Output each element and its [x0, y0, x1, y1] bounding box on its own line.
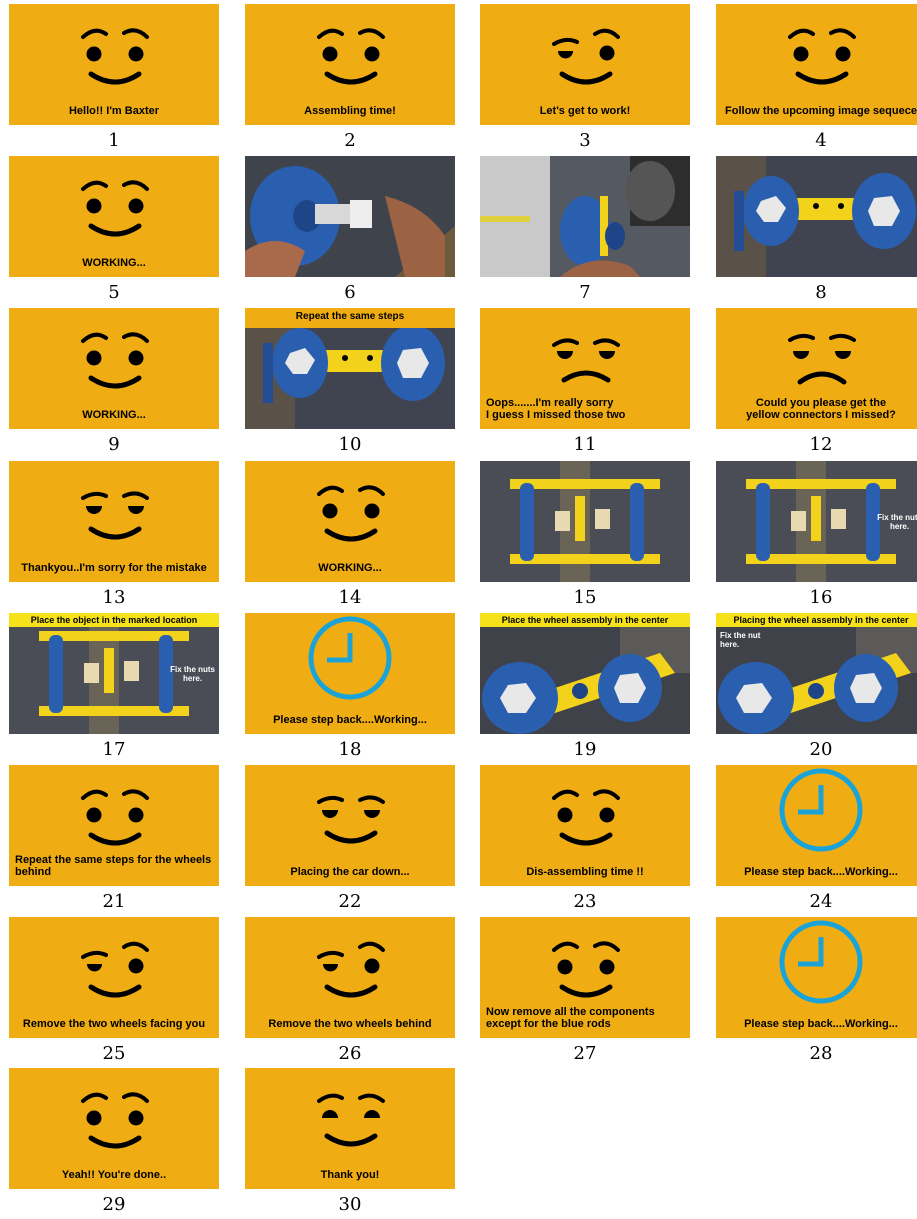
frame-panel: Remove the two wheels facing you [9, 917, 219, 1038]
frame-number: 6 [344, 282, 356, 303]
frame-panel: Please step back....Working... [245, 613, 455, 734]
frame-number: 16 [809, 587, 833, 608]
frame-number: 4 [815, 130, 827, 151]
frame-banner: Repeat the same steps [245, 308, 455, 328]
frame-number: 9 [108, 434, 120, 455]
photo-wheels-pair [716, 156, 917, 277]
frame-caption: Hello!! I'm Baxter [68, 105, 160, 117]
frame-number: 7 [579, 282, 591, 303]
frame-panel [716, 156, 917, 277]
frame-caption: Dis-assembling time !! [526, 866, 644, 878]
frame-number: 20 [809, 739, 833, 760]
frame-panel: Please step back....Working... [716, 917, 917, 1038]
frame-panel: Placing the car down... [245, 765, 455, 886]
frame-panel: Fix the nutshere. [716, 461, 917, 582]
frame-caption: Follow the upcoming image sequece [725, 105, 917, 117]
frame-panel: Yeah!! You're done.. [9, 1068, 219, 1189]
frame-panel [480, 461, 690, 582]
frame-number: 3 [579, 130, 591, 151]
frame-caption: Please step back....Working... [744, 866, 898, 878]
frame-caption: Oops.......I'm really sorry I guess I mis… [486, 397, 626, 421]
frame-number: 15 [573, 587, 597, 608]
frame-caption: Remove the two wheels facing you [22, 1018, 206, 1030]
frame-caption: WORKING... [318, 562, 382, 574]
frame-number: 25 [102, 1043, 126, 1064]
frame-caption: Thankyou..I'm sorry for the mistake [21, 562, 207, 574]
frame-caption: Yeah!! You're done.. [61, 1169, 167, 1181]
frame-panel: WORKING... [9, 308, 219, 429]
frame-number: 17 [102, 739, 126, 760]
frame-panel: Thankyou..I'm sorry for the mistake [9, 461, 219, 582]
frame-number: 2 [344, 130, 356, 151]
frame-panel: Repeat the same steps for the wheels behi… [9, 765, 219, 886]
frame-caption: Let's get to work! [539, 105, 631, 117]
frame-panel: WORKING... [245, 461, 455, 582]
frame-number: 28 [809, 1043, 833, 1064]
photo-wheel-robot [480, 156, 690, 277]
photo-wheel-bolt [245, 156, 455, 277]
frame-caption: Assembling time! [304, 105, 396, 117]
frame-number: 26 [338, 1043, 362, 1064]
frame-panel: Repeat the same steps [245, 308, 455, 429]
frame-caption: Repeat the same steps for the wheels behi… [15, 854, 212, 878]
frame-number: 12 [809, 434, 833, 455]
frame-panel: Place the wheel assembly in the center [480, 613, 690, 734]
frame-annotation: Fix the nutshere. [877, 513, 917, 531]
frame-caption: Placing the car down... [290, 866, 410, 878]
frame-panel: Assembling time! [245, 4, 455, 125]
frame-grid: Hello!! I'm Baxter 1 Assembling time! 2 Le… [0, 0, 917, 1219]
frame-panel: Thank you! [245, 1068, 455, 1189]
frame-number: 13 [102, 587, 126, 608]
photo-frame-top [480, 461, 690, 582]
frame-panel: Place the object in the marked location F… [9, 613, 219, 734]
frame-panel [245, 156, 455, 277]
frame-caption: Thank you! [320, 1169, 380, 1181]
frame-panel: Oops.......I'm really sorry I guess I mis… [480, 308, 690, 429]
frame-panel: Please step back....Working... [716, 765, 917, 886]
frame-number: 23 [573, 891, 597, 912]
frame-caption: Please step back....Working... [273, 714, 427, 726]
frame-number: 5 [108, 282, 120, 303]
frame-number: 29 [102, 1194, 126, 1215]
frame-number: 21 [102, 891, 126, 912]
frame-caption: WORKING... [82, 409, 146, 421]
frame-panel [480, 156, 690, 277]
frame-caption: Could you please get the yellow connector… [746, 397, 896, 421]
frame-caption: Now remove all the components except for … [486, 1006, 655, 1030]
frame-panel: Now remove all the components except for … [480, 917, 690, 1038]
frame-banner: Place the object in the marked location [9, 613, 219, 627]
frame-panel: Hello!! I'm Baxter [9, 4, 219, 125]
frame-number: 19 [573, 739, 597, 760]
frame-caption: WORKING... [82, 257, 146, 269]
frame-panel: WORKING... [9, 156, 219, 277]
frame-number: 11 [573, 434, 597, 455]
frame-number: 18 [338, 739, 362, 760]
frame-caption: Please step back....Working... [744, 1018, 898, 1030]
frame-number: 22 [338, 891, 362, 912]
frame-number: 24 [809, 891, 833, 912]
frame-banner: Placing the wheel assembly in the center [716, 613, 917, 627]
frame-number: 30 [338, 1194, 362, 1215]
frame-number: 1 [108, 130, 120, 151]
frame-panel: Dis-assembling time !! [480, 765, 690, 886]
frame-panel: Placing the wheel assembly in the center… [716, 613, 917, 734]
frame-panel: Could you please get the yellow connector… [716, 308, 917, 429]
frame-number: 14 [338, 587, 362, 608]
frame-caption: Remove the two wheels behind [268, 1018, 432, 1030]
frame-annotation: Fix the nutshere. [170, 665, 215, 683]
frame-annotation: Fix the nut here. [720, 631, 761, 649]
frame-number: 27 [573, 1043, 597, 1064]
frame-banner: Place the wheel assembly in the center [480, 613, 690, 627]
frame-number: 10 [338, 434, 362, 455]
frame-panel: Let's get to work! [480, 4, 690, 125]
frame-number: 8 [815, 282, 827, 303]
photo-wheels-center [480, 613, 690, 734]
frame-panel: Remove the two wheels behind [245, 917, 455, 1038]
frame-panel: Follow the upcoming image sequece [716, 4, 917, 125]
